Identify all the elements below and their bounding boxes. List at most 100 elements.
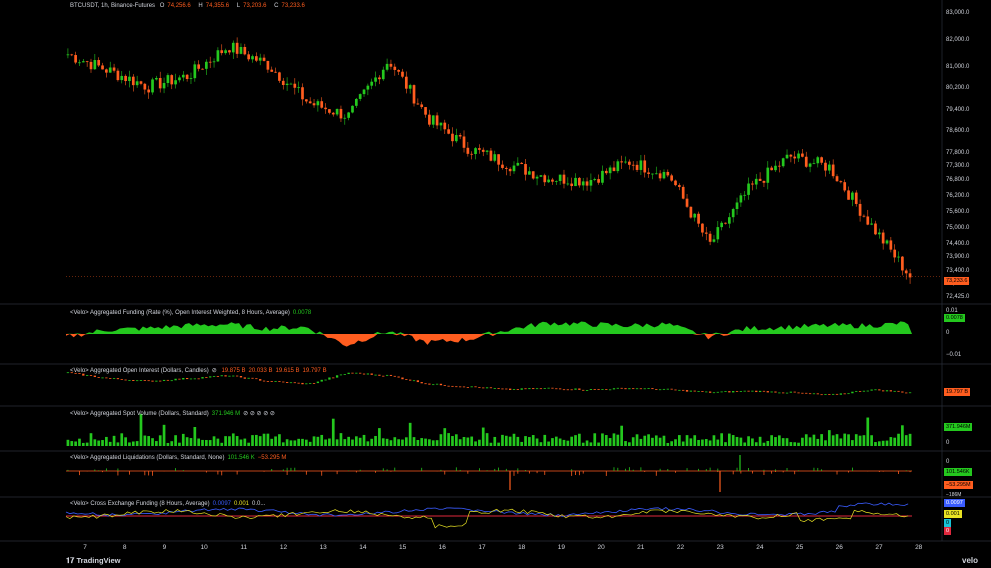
- spot-volume-bar: [328, 438, 331, 446]
- spot-volume-bar: [770, 435, 773, 446]
- price-axis-tick: 82,000.0: [946, 36, 970, 43]
- spot-volume-bar: [904, 435, 908, 446]
- price-candle: [689, 206, 693, 218]
- oi-candle: [678, 389, 681, 391]
- price-candle: [285, 83, 289, 86]
- oi-candle: [612, 388, 616, 390]
- spot-volume-bar: [270, 438, 274, 446]
- pane-title-funding[interactable]: <Velo> Aggregated Funding (Rate (%), Ope…: [70, 310, 314, 316]
- price-candle: [358, 94, 362, 99]
- spot-volume-bar: [785, 438, 789, 446]
- price-candle: [354, 98, 358, 106]
- spot-volume-bar: [520, 441, 524, 446]
- oi-candle: [785, 392, 789, 394]
- price-axis-tick: 75,600.0: [946, 208, 970, 215]
- oi-candle: [897, 390, 900, 392]
- price-candle: [631, 164, 635, 166]
- spot-volume-bar: [281, 442, 285, 446]
- price-candle: [793, 156, 797, 159]
- price-candle: [804, 156, 808, 167]
- spot-volume-bar: [566, 440, 570, 446]
- price-candle: [862, 215, 866, 217]
- oi-candle: [685, 390, 689, 392]
- oi-candle: [278, 381, 281, 382]
- spot-volume-bar: [358, 437, 362, 446]
- spot-volume-bar: [381, 438, 385, 446]
- spot-volume-bar: [354, 436, 358, 446]
- tradingview-logo[interactable]: 𝟏𝟕 TradingView: [66, 556, 120, 566]
- price-candle: [235, 42, 239, 54]
- time-axis-tick: 27: [875, 544, 883, 551]
- pane-title-liquidations[interactable]: <Velo> Aggregated Liquidations (Dollars,…: [70, 455, 289, 461]
- spot-volume-bar: [389, 440, 393, 446]
- spot-volume-bar: [293, 440, 297, 446]
- spot-volume-bar: [766, 440, 770, 446]
- spot-volume-bar: [854, 434, 858, 446]
- spot-volume-bar: [301, 438, 304, 446]
- liq-last-badge-neg: −53.295M: [944, 481, 973, 489]
- price-candle: [81, 61, 85, 63]
- time-axis-tick: 13: [319, 544, 327, 551]
- spot-volume-bar: [654, 435, 658, 446]
- price-candle: [566, 183, 570, 185]
- oi-candle: [901, 391, 904, 393]
- price-candle: [531, 171, 535, 179]
- price-candle: [774, 165, 777, 171]
- pane-title-cross-funding[interactable]: <Velo> Cross Exchange Funding (8 Hours, …: [70, 501, 268, 507]
- price-candle: [239, 46, 243, 54]
- price-candle: [881, 232, 885, 244]
- open-interest-candles: [66, 372, 912, 396]
- pane-title-spot-volume[interactable]: <Velo> Aggregated Spot Volume (Dollars, …: [70, 410, 278, 417]
- spot-volume-bar: [324, 439, 327, 446]
- price-candle: [220, 50, 224, 54]
- spot-volume-bar: [174, 435, 177, 446]
- spot-volume-bar: [478, 439, 481, 446]
- price-candle: [174, 80, 177, 85]
- spot-volume-bar: [762, 442, 766, 446]
- spot-volume-bar: [701, 439, 704, 446]
- spot-volume-bar: [304, 439, 308, 446]
- spot-volume-bar: [197, 438, 201, 446]
- price-candle: [670, 175, 674, 181]
- oi-candle: [339, 374, 343, 376]
- oi-candle: [220, 375, 223, 377]
- spot-volume-bar: [424, 438, 427, 446]
- oi-candle: [885, 390, 889, 392]
- spot-volume-bar: [628, 442, 631, 446]
- spot-volume-bar: [808, 437, 812, 446]
- oi-candle: [701, 391, 704, 392]
- spot-volume-bar: [816, 438, 820, 446]
- price-candle: [720, 222, 723, 228]
- oi-candle: [889, 390, 893, 392]
- spot-volume-bar: [143, 435, 147, 446]
- spot-volume-bar: [489, 442, 493, 446]
- price-candle: [485, 150, 489, 152]
- ohlc-high: H 74,355.6: [198, 3, 230, 9]
- spot-volume-bar: [178, 442, 181, 446]
- spot-volume-bar: [597, 442, 600, 446]
- price-candle: [85, 61, 89, 63]
- oi-candle: [801, 392, 804, 394]
- spot-volume-bar: [724, 442, 727, 446]
- price-candle: [166, 75, 170, 83]
- spot-volume-bar: [528, 437, 531, 446]
- price-candle: [693, 213, 697, 218]
- oi-candle: [566, 389, 569, 391]
- time-axis-tick: 26: [835, 544, 843, 551]
- oi-candle: [505, 388, 508, 390]
- spot-volume-bar: [166, 442, 170, 446]
- price-candle: [158, 77, 162, 89]
- spot-volume-bar: [616, 434, 620, 446]
- price-candle: [766, 167, 770, 183]
- oi-candle: [647, 388, 650, 389]
- pane-title-open-interest[interactable]: <Velo> Aggregated Open Interest (Dollars…: [70, 367, 330, 374]
- spot-volume-bar: [843, 433, 847, 446]
- spot-volume-bar: [777, 435, 781, 446]
- oi-candle: [174, 378, 177, 381]
- oi-candle: [574, 388, 577, 390]
- spot-volume-bar: [754, 442, 758, 446]
- price-candle: [262, 57, 266, 61]
- spot-volume-bar: [470, 436, 474, 446]
- price-candle: [343, 117, 347, 119]
- oi-candle: [797, 392, 800, 394]
